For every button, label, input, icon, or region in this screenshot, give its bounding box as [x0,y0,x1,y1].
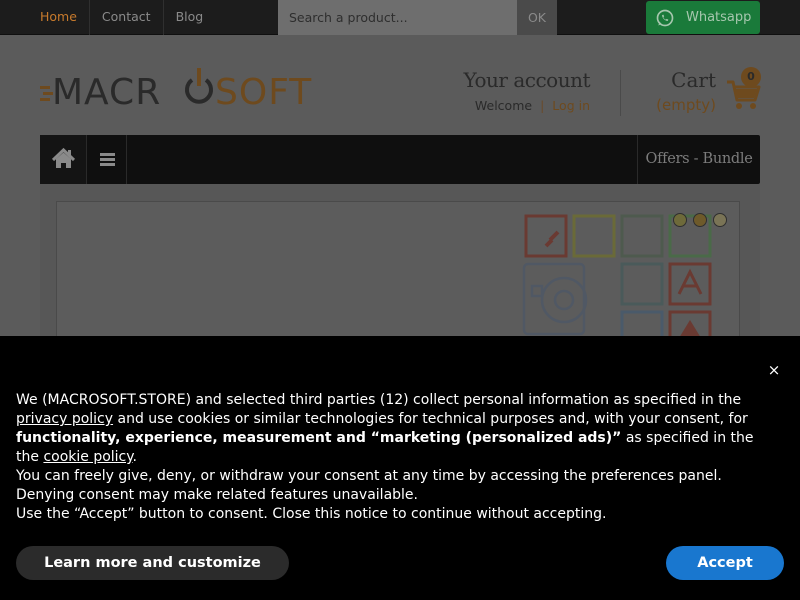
account-separator: | [540,98,545,113]
search-input[interactable] [278,0,518,35]
header-divider [620,70,621,116]
slider-dot-2[interactable] [693,213,707,227]
cookie-line-3: You can freely give, deny, or withdraw y… [16,468,722,484]
cookie-line-1b: and use cookies or similar technologies … [113,411,748,427]
whatsapp-button[interactable]: Whatsapp [646,1,760,34]
logo-text-right: SOFT [215,72,312,110]
main-nav: Offers - Bundle [40,135,760,184]
cart-count-badge: 0 [741,67,761,87]
macrosoft-logo[interactable]: MACR SOFT [40,66,322,110]
top-bar: Home Contact Blog OK Whatsapp [0,0,800,35]
logo-text-left: MACR [52,72,161,110]
privacy-policy-link[interactable]: privacy policy [16,411,113,427]
cookie-line-2b: as specified in the [621,430,754,446]
cookie-line-5: Use the “Accept” button to consent. Clos… [16,506,607,522]
top-nav: Home Contact Blog [28,0,215,35]
nav-blog-link[interactable]: Blog [164,0,216,35]
account-links: Welcome | Log in [440,98,590,113]
account-block: Your account Welcome | Log in [440,68,591,113]
search-button[interactable]: OK [517,0,557,35]
cookie-notice-text: We (MACROSOFT.STORE) and selected third … [16,392,754,522]
slider-dot-3[interactable] [713,213,727,227]
cart-status: (empty) [656,96,716,114]
account-title[interactable]: Your account [440,68,591,92]
whatsapp-label: Whatsapp [686,10,752,25]
cookie-line-2-end: . [132,449,137,465]
home-icon [51,147,76,168]
menu-icon [100,153,115,166]
cookie-consent-banner: × We (MACROSOFT.STORE) and selected thir… [0,336,800,600]
logo-power-icon [185,68,213,104]
nav-home-button[interactable] [40,135,87,184]
cart-title[interactable]: Cart [640,68,716,92]
accept-button[interactable]: Accept [666,546,784,580]
welcome-text: Welcome [474,98,533,113]
login-link[interactable]: Log in [552,98,590,113]
nav-home-link[interactable]: Home [28,0,90,35]
cookie-purposes-bold: functionality, experience, measurement a… [16,430,622,446]
slider-dot-1[interactable] [673,213,687,227]
cookie-policy-link[interactable]: cookie policy [43,449,132,465]
cookie-line-4: Denying consent may make related feature… [16,487,418,503]
software-icons-illustration [522,214,712,342]
cookie-line-1a: We (MACROSOFT.STORE) and selected third … [16,392,742,408]
nav-menu-button[interactable] [87,135,127,184]
nav-contact-link[interactable]: Contact [90,0,164,35]
close-icon[interactable]: × [764,360,784,380]
learn-more-customize-button[interactable]: Learn more and customize [16,546,289,580]
whatsapp-icon [656,9,674,27]
cart-block[interactable]: Cart (empty) [640,68,716,114]
nav-offers-bundle[interactable]: Offers - Bundle [637,135,760,184]
